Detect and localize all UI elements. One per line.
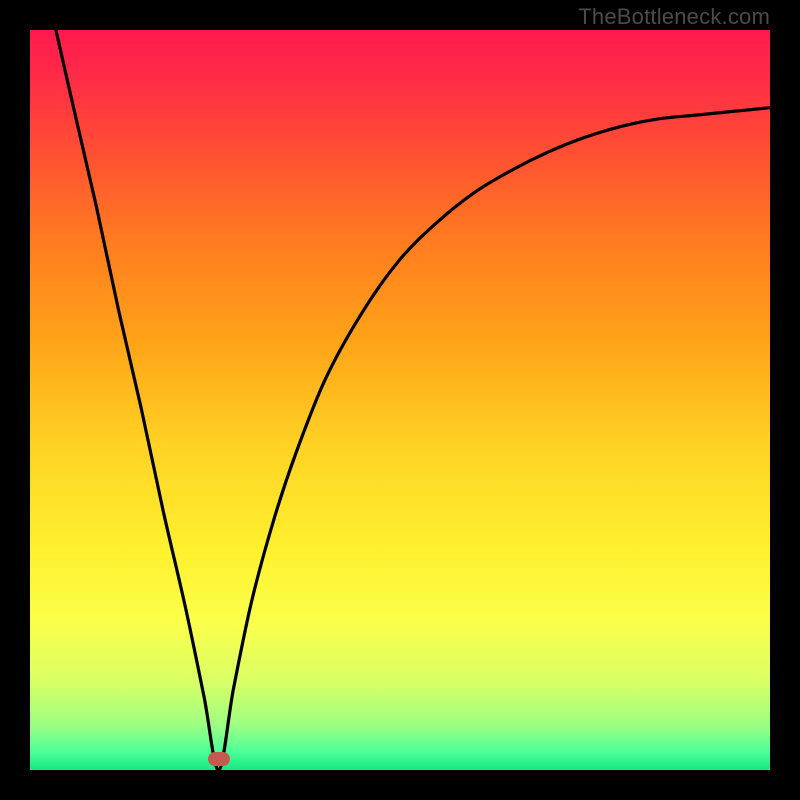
bottleneck-chart	[30, 30, 770, 770]
gradient-background	[30, 30, 770, 770]
optimal-marker	[208, 752, 230, 766]
watermark-text: TheBottleneck.com	[578, 4, 770, 30]
chart-frame	[30, 30, 770, 770]
